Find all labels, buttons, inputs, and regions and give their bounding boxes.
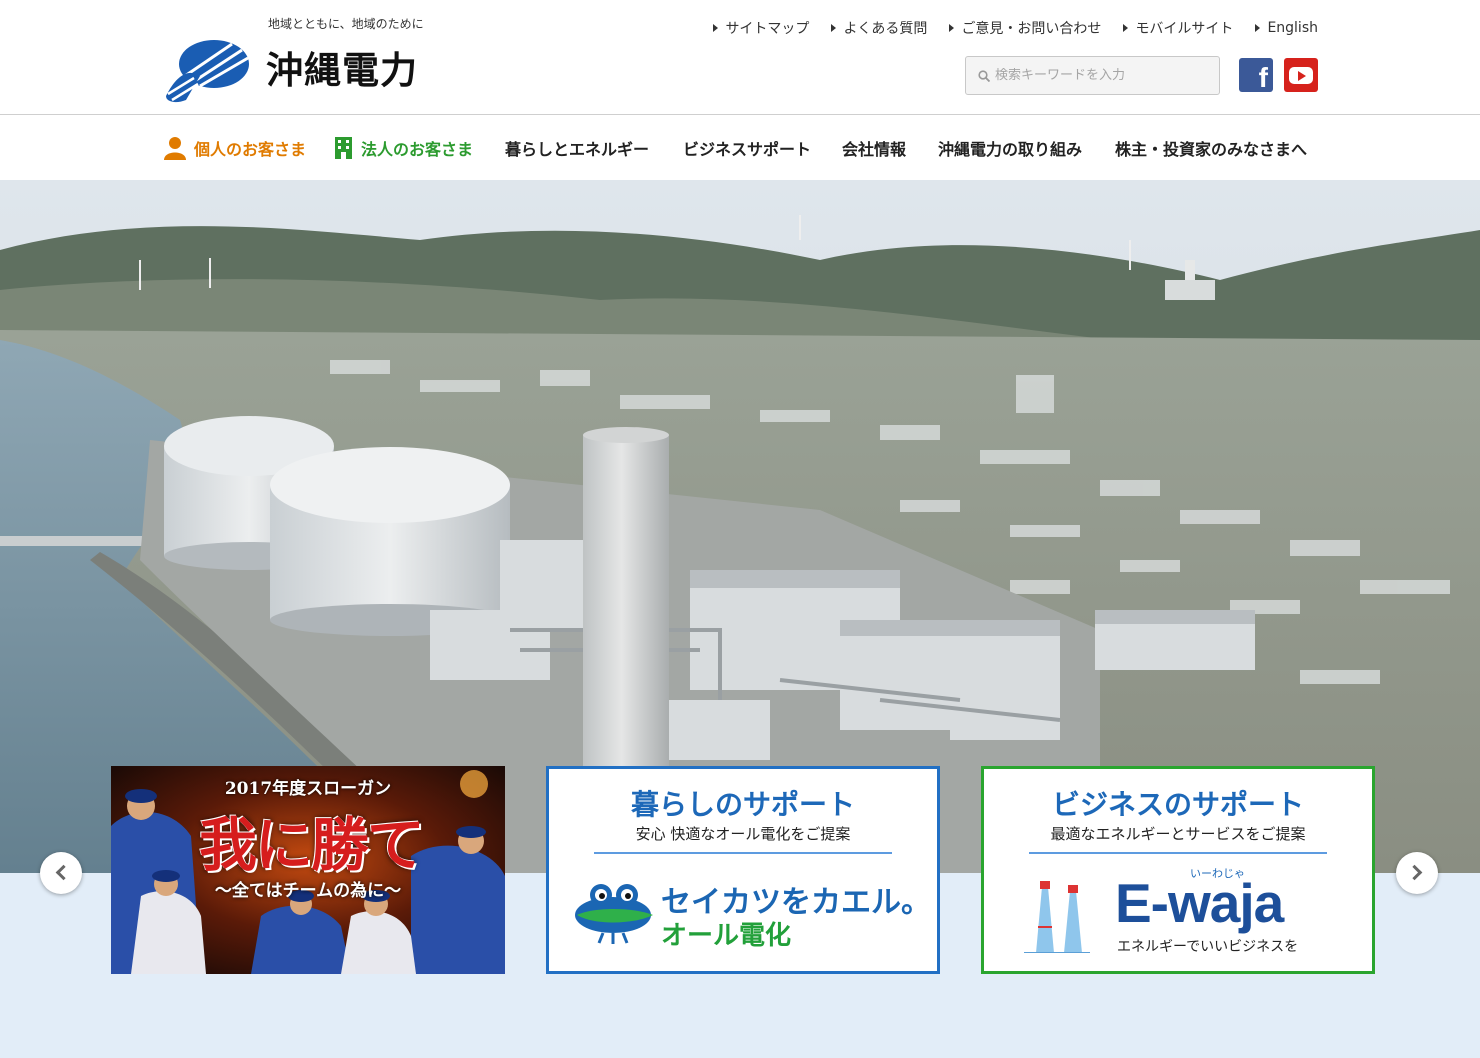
arrow-right-icon [1255,24,1261,32]
slogan-main: 我に勝て [199,811,425,879]
util-link-label: ご意見・お問い合わせ [961,21,1102,37]
ewaja-tagline: エネルギーでいいビジネスを [1117,939,1299,955]
search-box [965,56,1220,95]
slogan-heading: 2017年度スローガン [224,779,392,799]
nav-investors[interactable]: 株主・投資家のみなさまへ [1115,136,1307,160]
building-icon [335,137,352,159]
company-name: 沖縄電力 [266,49,418,92]
util-link-faq[interactable]: よくある質問 [831,18,927,38]
facebook-icon[interactable]: f [1239,58,1273,92]
chevron-right-icon [1406,864,1423,881]
chevron-left-icon [55,864,72,881]
util-link-sitemap[interactable]: サイトマップ [713,18,809,38]
search-icon [978,69,990,82]
carousel-next-button[interactable] [1396,852,1438,894]
slogan-sub: ～全てはチームの為に～ [214,881,402,901]
arrow-right-icon [1123,24,1129,32]
carousel-prev-button[interactable] [40,852,82,894]
frog-icon [575,884,653,944]
nav-initiatives[interactable]: 沖縄電力の取り組み [938,136,1082,160]
util-link-label: English [1267,20,1318,36]
nav-corporate-label: 法人のお客さま [361,140,474,159]
nav-business-support[interactable]: ビジネスサポート [683,136,811,160]
company-mark-icon [166,40,249,103]
living-support-card[interactable]: 暮らしのサポート 安心 快適なオール電化をご提案 セイカツをカエル。 オール電化 [546,766,940,974]
power-tower-icon [1024,881,1090,953]
nav-personal[interactable]: 個人のお客さま [164,136,306,160]
nav-personal-label: 個人のお客さま [194,140,307,159]
business-support-card[interactable]: ビジネスのサポート 最適なエネルギーとサービスをご提案 いーわじゃ E-waja… [981,766,1375,974]
main-nav: 個人のお客さま 法人のお客さま 暮らしとエネルギー ビジネスサポート 会社情報 … [0,116,1480,180]
living-support-subtitle: 安心 快適なオール電化をご提案 [635,825,851,843]
util-link-label: サイトマップ [725,21,810,37]
util-link-contact[interactable]: ご意見・お問い合わせ [949,18,1101,38]
business-support-title: ビジネスのサポート [1051,788,1304,821]
site-header: 地域とともに、地域のために 沖縄電力 サイトマップ よくある質問 ご意見・お問い… [0,0,1480,115]
kaeru-logo-line2: オール電化 [661,921,792,951]
ewaja-logo: E-waja [1115,872,1284,934]
slogan-banner[interactable]: 2017年度スローガン 我に勝て ～全てはチームの為に～ [111,766,505,974]
util-link-english[interactable]: English [1255,18,1318,38]
arrow-right-icon [949,24,955,32]
util-link-label: よくある質問 [843,21,928,37]
arrow-right-icon [713,24,719,32]
nav-living-energy[interactable]: 暮らしとエネルギー [505,136,649,160]
search-input[interactable] [995,68,1205,83]
divider [594,852,892,854]
util-link-label: モバイルサイト [1135,21,1234,37]
site-logo[interactable]: 地域とともに、地域のために 沖縄電力 [160,12,440,107]
util-link-mobile[interactable]: モバイルサイト [1123,18,1233,38]
divider [1029,852,1327,854]
youtube-icon[interactable] [1284,58,1318,92]
tagline: 地域とともに、地域のために [268,17,424,31]
business-support-subtitle: 最適なエネルギーとサービスをご提案 [1050,825,1306,843]
person-icon [164,137,186,160]
arrow-right-icon [831,24,837,32]
utility-nav: サイトマップ よくある質問 ご意見・お問い合わせ モバイルサイト English [691,18,1318,38]
nav-corporate[interactable]: 法人のお客さま [334,136,473,160]
living-support-title: 暮らしのサポート [630,788,855,821]
nav-company-info[interactable]: 会社情報 [842,136,906,160]
